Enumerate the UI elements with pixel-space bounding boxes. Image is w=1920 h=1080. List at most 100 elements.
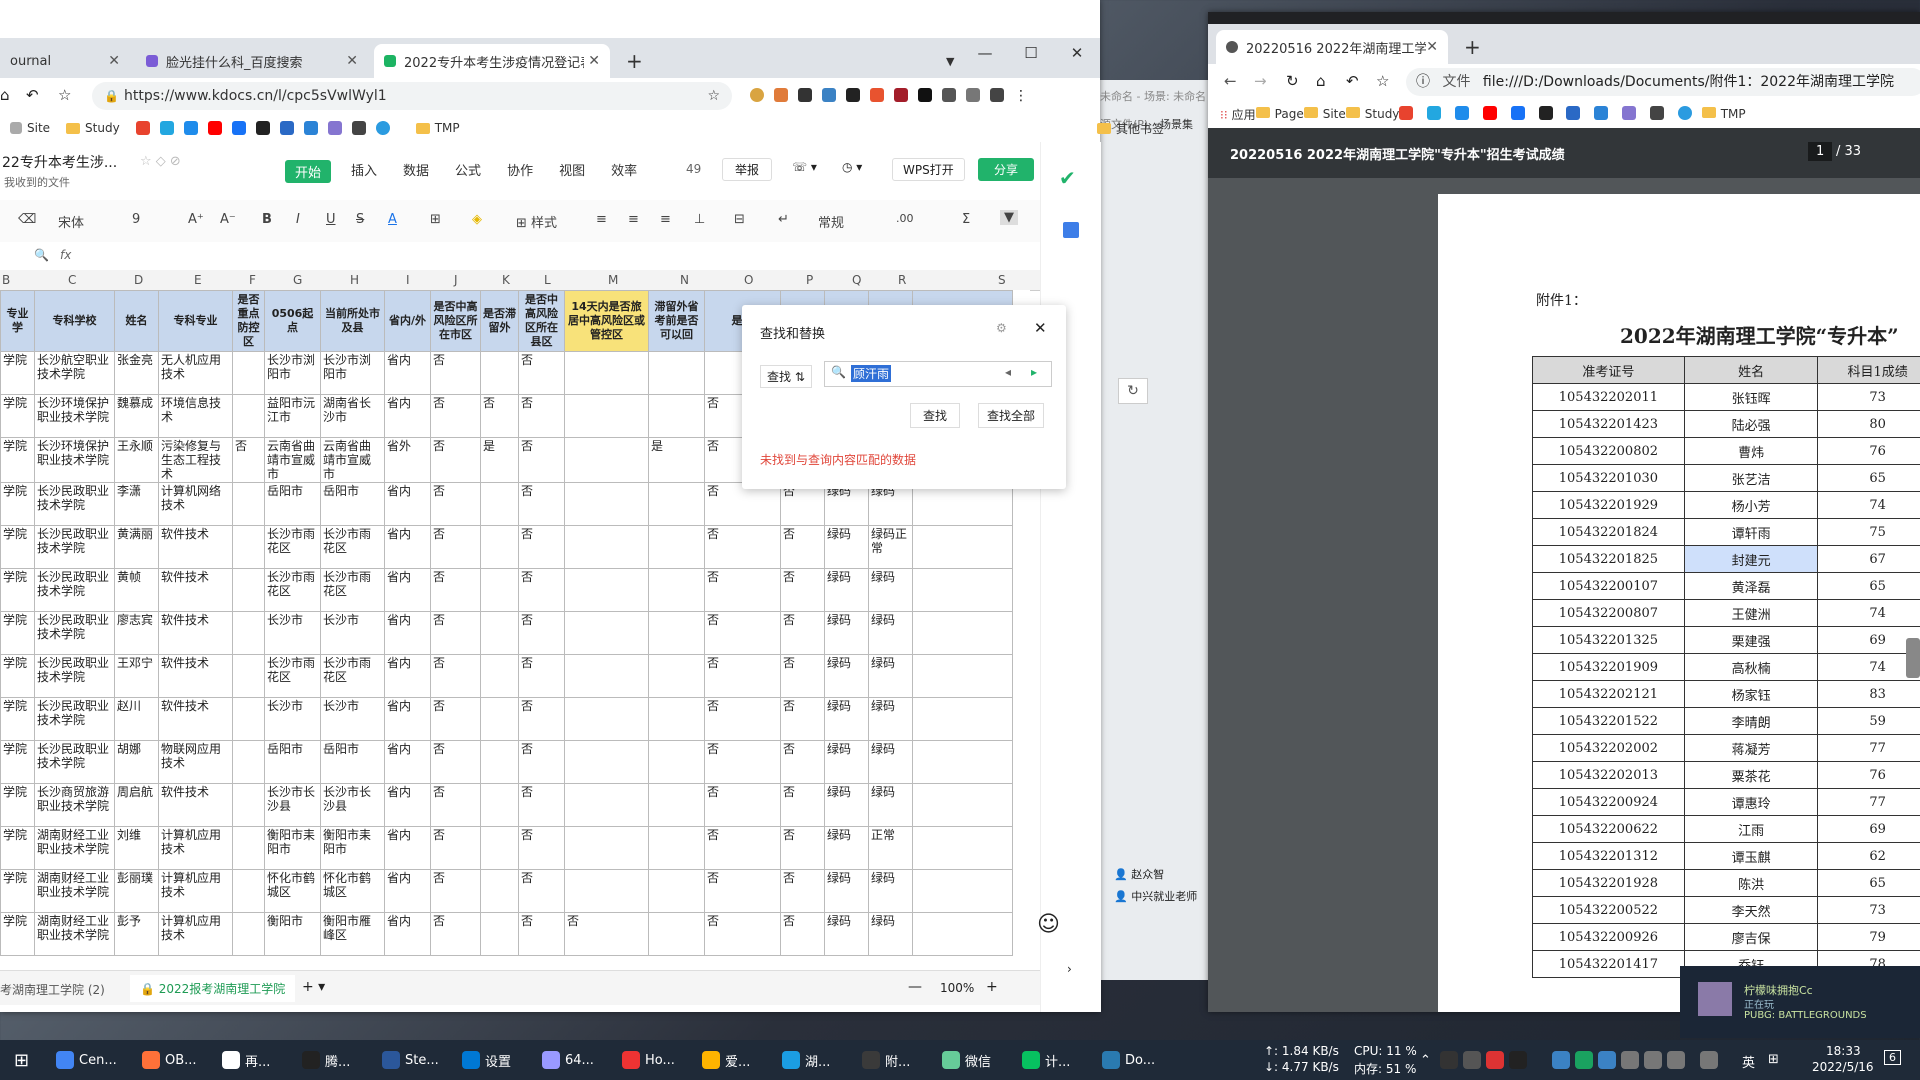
tray-chevron-icon[interactable]: ⌃: [1420, 1048, 1431, 1072]
sum-icon[interactable]: Σ: [962, 212, 970, 227]
table-cell[interactable]: 绿码: [824, 740, 869, 784]
table-cell[interactable]: [480, 611, 519, 655]
table-cell[interactable]: 省内: [384, 654, 431, 698]
menu-collab[interactable]: 协作: [507, 160, 533, 183]
table-cell[interactable]: 怀化市鹤城区: [264, 869, 321, 913]
col-G[interactable]: G: [293, 273, 302, 287]
history-icon[interactable]: ◷ ▾: [842, 160, 862, 174]
table-cell[interactable]: 否: [518, 869, 565, 913]
table-cell[interactable]: 否: [704, 525, 781, 569]
extension-badge-icon[interactable]: [918, 88, 932, 102]
table-cell[interactable]: 否: [780, 611, 825, 655]
table-cell[interactable]: 否: [704, 783, 781, 827]
table-cell[interactable]: [232, 912, 265, 956]
header-cell[interactable]: 滞留外省考前是否可以回: [648, 290, 705, 352]
italic-icon[interactable]: I: [296, 212, 300, 227]
table-cell[interactable]: [232, 697, 265, 741]
table-cell[interactable]: 衡阳市: [264, 912, 321, 956]
table-cell[interactable]: 否: [704, 740, 781, 784]
table-cell[interactable]: 学院: [0, 482, 35, 526]
collapse-icon[interactable]: ›: [1067, 962, 1072, 976]
merge-icon[interactable]: ⊟: [734, 212, 745, 227]
table-cell[interactable]: 否: [564, 912, 649, 956]
glasses-icon[interactable]: [798, 88, 812, 102]
tab-list-icon[interactable]: ▼: [936, 44, 964, 78]
new-tab-button[interactable]: +: [616, 44, 653, 78]
calendar-icon[interactable]: [1063, 222, 1079, 238]
table-cell[interactable]: 否: [430, 482, 481, 526]
table-cell[interactable]: 污染修复与生态工程技术: [158, 437, 233, 483]
globe-tray-icon[interactable]: [1552, 1051, 1570, 1069]
table-cell[interactable]: [564, 568, 649, 612]
cookie-icon[interactable]: [750, 88, 764, 102]
table-cell[interactable]: 长沙市: [264, 697, 321, 741]
table-cell[interactable]: [648, 568, 705, 612]
table-cell[interactable]: 学院: [0, 783, 35, 827]
undo-icon[interactable]: ↶: [26, 86, 39, 104]
youtube-icon[interactable]: [207, 121, 222, 135]
table-cell[interactable]: 否: [518, 482, 565, 526]
table-cell[interactable]: 彭予: [114, 912, 159, 956]
bookmark-apps[interactable]: ⁝⁝ 应用: [1220, 106, 1256, 123]
table-cell[interactable]: 长沙市雨花区: [264, 654, 321, 698]
table-cell[interactable]: 王永顺: [114, 437, 159, 483]
taskbar-app[interactable]: Ste...: [382, 1048, 439, 1072]
app-tray-icon[interactable]: [1575, 1051, 1593, 1069]
zoom-out-icon[interactable]: —: [908, 979, 922, 995]
table-cell[interactable]: 否: [430, 869, 481, 913]
p-icon[interactable]: [183, 121, 198, 135]
table-cell[interactable]: 绿码: [824, 783, 869, 827]
table-cell[interactable]: 周启航: [114, 783, 159, 827]
home-icon[interactable]: ⌂: [0, 86, 10, 104]
table-cell[interactable]: [912, 568, 1013, 612]
table-cell[interactable]: 否: [780, 783, 825, 827]
next-match-icon[interactable]: ▸: [1031, 365, 1037, 379]
formula-input[interactable]: [80, 245, 1030, 265]
bold-icon[interactable]: B: [262, 212, 272, 227]
table-cell[interactable]: 否: [780, 826, 825, 870]
table-cell[interactable]: [232, 783, 265, 827]
align-center-icon[interactable]: ≡: [628, 212, 639, 227]
pen-icon[interactable]: [774, 88, 788, 102]
table-cell[interactable]: [564, 525, 649, 569]
back-icon[interactable]: ←: [1224, 72, 1237, 90]
dsm-icon[interactable]: [1566, 105, 1581, 120]
table-cell[interactable]: [480, 869, 519, 913]
header-cell[interactable]: 省内/外: [384, 290, 431, 352]
forward-icon[interactable]: →: [1254, 72, 1267, 90]
table-cell[interactable]: 绿码: [868, 740, 913, 784]
header-cell[interactable]: 当前所处市及县: [320, 290, 385, 352]
bookmark-tmp[interactable]: TMP: [415, 121, 460, 135]
table-cell[interactable]: 省内: [384, 826, 431, 870]
table-cell[interactable]: 黄满丽: [114, 525, 159, 569]
table-cell[interactable]: [480, 740, 519, 784]
table-cell[interactable]: [564, 740, 649, 784]
bookmark-other[interactable]: 其他书签: [1096, 120, 1164, 137]
table-cell[interactable]: 否: [430, 912, 481, 956]
doc-title[interactable]: 22专升本考生涉...: [2, 152, 117, 172]
table-cell[interactable]: [232, 351, 265, 395]
bookmark-page[interactable]: Page: [1255, 107, 1304, 121]
crop-icon[interactable]: [966, 88, 980, 102]
check-icon[interactable]: ✔: [1059, 166, 1076, 190]
table-cell[interactable]: 绿码: [868, 697, 913, 741]
table-cell[interactable]: 学院: [0, 525, 35, 569]
table-cell[interactable]: 学院: [0, 568, 35, 612]
col-E[interactable]: E: [194, 273, 202, 287]
table-cell[interactable]: 否: [430, 826, 481, 870]
taskbar-app[interactable]: 设置: [462, 1048, 511, 1072]
table-cell[interactable]: 绿码: [824, 869, 869, 913]
table-cell[interactable]: [912, 654, 1013, 698]
refresh-icon[interactable]: ↻: [1118, 378, 1148, 404]
tab-baidu[interactable]: 脸光挂什么科_百度搜索 ✕: [136, 44, 368, 78]
find-mode-select[interactable]: 查找 ⇅: [760, 365, 812, 388]
table-cell[interactable]: 湖南财经工业职业技术学院: [34, 912, 115, 956]
table-cell[interactable]: 岳阳市: [320, 740, 385, 784]
table-cell[interactable]: 绿码: [868, 568, 913, 612]
col-R[interactable]: R: [898, 273, 906, 287]
menu-formula[interactable]: 公式: [455, 160, 481, 183]
table-cell[interactable]: 长沙市: [320, 697, 385, 741]
border-icon[interactable]: ⊞: [430, 212, 441, 227]
table-cell[interactable]: [232, 740, 265, 784]
notification-center-icon[interactable]: 6: [1884, 1050, 1901, 1065]
